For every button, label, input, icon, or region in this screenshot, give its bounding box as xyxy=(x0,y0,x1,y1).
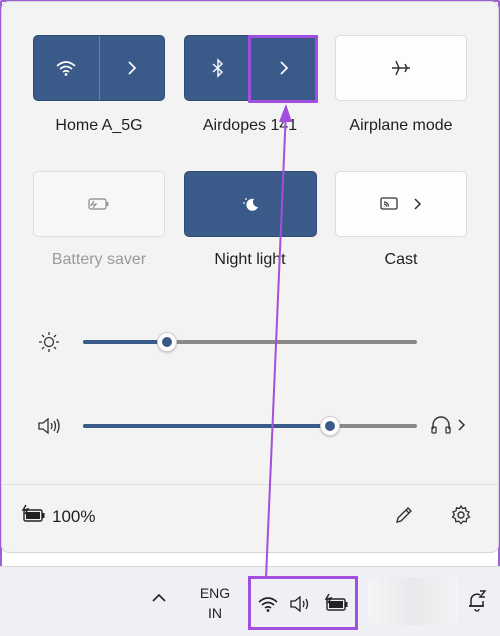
chevron-right-icon xyxy=(458,419,466,431)
battery-saver-icon xyxy=(88,198,109,210)
wifi-expand-button[interactable] xyxy=(98,36,165,100)
battery-saver-toggle xyxy=(34,172,164,236)
footer-divider xyxy=(1,484,499,485)
brightness-slider-thumb[interactable] xyxy=(156,332,177,352)
wifi-toggle[interactable] xyxy=(34,36,99,100)
speaker-icon xyxy=(290,595,309,613)
notification-center-button[interactable] xyxy=(466,589,490,615)
cast-toggle[interactable] xyxy=(336,172,466,236)
show-hidden-icons-button[interactable] xyxy=(150,591,172,613)
region-code: IN xyxy=(208,605,222,621)
audio-output-button[interactable] xyxy=(430,414,470,438)
night-light-tile[interactable] xyxy=(184,171,317,237)
language-indicator[interactable]: ENG IN xyxy=(192,583,238,623)
bluetooth-expand-highlight xyxy=(248,35,318,103)
language-code: ENG xyxy=(199,585,231,601)
night-light-icon xyxy=(242,198,258,211)
chevron-right-icon xyxy=(414,198,422,210)
volume-slider-fill xyxy=(83,424,331,428)
speaker-icon xyxy=(38,417,60,435)
wifi-icon xyxy=(56,61,76,76)
pencil-icon xyxy=(396,507,412,523)
airplane-mode-label: Airplane mode xyxy=(349,117,453,134)
battery-saver-label: Battery saver xyxy=(51,251,147,268)
bluetooth-icon xyxy=(212,58,223,78)
chevron-right-icon xyxy=(128,61,136,75)
volume-slider[interactable] xyxy=(83,416,417,436)
night-light-toggle[interactable] xyxy=(185,172,316,236)
night-light-label: Night light xyxy=(214,251,286,268)
brightness-slider-fill xyxy=(83,340,167,344)
cast-tile[interactable] xyxy=(335,171,467,237)
sun-icon xyxy=(39,332,59,352)
edit-quick-settings-button[interactable] xyxy=(393,504,417,528)
volume-slider-thumb[interactable] xyxy=(320,416,341,436)
volume-slider-row xyxy=(30,411,470,441)
cast-label: Cast xyxy=(384,251,418,268)
brightness-slider[interactable] xyxy=(83,332,417,352)
clock-area-blurred[interactable] xyxy=(368,577,458,625)
wifi-icon xyxy=(258,597,278,612)
system-tray-icons[interactable] xyxy=(248,576,358,630)
bluetooth-toggle[interactable] xyxy=(185,36,250,100)
airplane-mode-tile[interactable] xyxy=(335,35,467,101)
battery-charging-icon xyxy=(324,593,348,611)
airplane-toggle[interactable] xyxy=(336,36,466,100)
brightness-slider-row xyxy=(30,327,470,357)
settings-button[interactable] xyxy=(450,504,474,528)
taskbar: ENG IN xyxy=(0,566,500,636)
battery-charging-icon xyxy=(21,504,45,522)
wifi-tile[interactable] xyxy=(33,35,165,101)
bluetooth-label: Airdopes 141 xyxy=(202,117,298,134)
bell-snooze-icon xyxy=(469,590,487,612)
chevron-up-icon xyxy=(152,593,166,602)
airplane-icon xyxy=(392,60,410,76)
wifi-label: Home A_5G xyxy=(55,117,143,134)
battery-percentage[interactable]: 100% xyxy=(52,507,95,527)
cast-icon xyxy=(380,197,398,210)
gear-icon xyxy=(451,504,471,525)
battery-saver-tile xyxy=(33,171,165,237)
headphones-icon xyxy=(431,416,451,434)
